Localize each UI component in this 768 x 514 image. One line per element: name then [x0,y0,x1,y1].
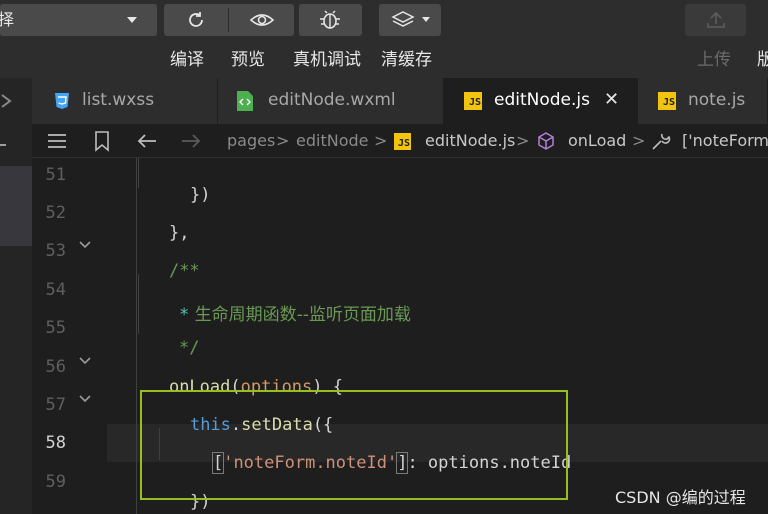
tab-note-js[interactable]: JS note.js [638,78,768,124]
breadcrumb: pages > editNode > JS editNode.js > onLo… [32,124,768,158]
top-toolbar: 择 编译 预览 真机调试 清缓存 上传 版 [0,0,768,78]
compile-button[interactable] [164,4,228,36]
explorer-strip [0,124,32,514]
line-number: 56 [45,357,66,377]
device-debug-button[interactable] [299,4,362,36]
tab-list-wxss[interactable]: list.wxss [32,78,218,124]
clear-cache-label: 清缓存 [381,50,432,70]
upload-icon [707,11,725,28]
wrench-icon [652,133,671,150]
bookmark-icon[interactable] [94,130,110,152]
editor-tab-bar: list.wxss editNode.wxml JS editNode.js ✕… [0,78,768,124]
preview-button[interactable] [229,4,294,36]
line-number: 52 [45,203,66,223]
line-number: 57 [45,395,66,415]
breadcrumb-item-property[interactable]: ['noteForm. [682,131,768,150]
fold-chevron-icon[interactable] [78,238,92,252]
line-number: 51 [45,165,66,185]
bug-icon [320,10,340,29]
breadcrumb-item-onload[interactable]: onLoad [568,131,626,150]
list-icon[interactable] [46,132,68,150]
line-number: 55 [45,318,66,338]
upload-button[interactable] [685,4,746,36]
layers-icon [391,11,415,27]
arrow-right-icon[interactable] [180,132,202,150]
version-label: 版 [757,50,768,70]
tab-label: note.js [688,90,746,110]
code-editor[interactable]: 51 52 53 54 55 56 57 58 59 }) }, /** * 生… [32,158,768,514]
tab-bar-left-gutter [0,78,32,124]
upload-label: 上传 [697,50,731,70]
breadcrumb-separator: > [516,131,530,150]
line-number-current: 58 [45,433,66,453]
breadcrumb-item-file[interactable]: editNode.js [425,131,515,150]
tab-label: editNode.wxml [268,90,396,110]
breadcrumb-separator: > [374,131,388,150]
breadcrumb-separator: > [276,131,290,150]
chevron-down-icon [127,17,137,23]
line-number: 54 [45,280,66,300]
annotation-highlight-box [140,390,568,500]
tab-editnode-js[interactable]: JS editNode.js ✕ [444,78,638,124]
tab-label: list.wxss [82,90,155,110]
fold-chevron-icon[interactable] [78,392,92,406]
compile-preview-group [164,4,294,36]
eye-icon [249,14,275,26]
method-cube-icon [538,132,554,150]
js-icon: JS [658,92,676,110]
watermark: CSDN @编的过程 [615,488,746,507]
pin-icon [1,94,12,108]
line-number: 53 [45,241,66,261]
compile-label: 编译 [170,50,204,70]
indent-guide [138,158,139,188]
device-debug-label: 真机调试 [293,50,361,70]
js-icon: JS [464,92,482,110]
breadcrumb-item-editnode[interactable]: editNode [296,131,368,150]
js-icon: JS [394,133,411,150]
breadcrumb-item-pages[interactable]: pages [227,131,275,150]
explorer-mark [0,144,6,146]
line-number: 59 [45,472,66,492]
compile-mode-value: 择 [0,10,15,29]
wxml-icon [237,91,253,111]
arrow-left-icon[interactable] [136,132,158,150]
explorer-selected-item[interactable] [0,166,32,246]
tab-label: editNode.js [494,90,590,110]
preview-label: 预览 [231,50,265,70]
breadcrumb-separator: > [632,131,646,150]
close-icon[interactable]: ✕ [604,89,619,110]
refresh-icon [189,12,203,27]
compile-mode-select[interactable]: 择 [0,4,157,36]
fold-chevron-icon[interactable] [78,354,92,368]
clear-cache-button[interactable] [379,4,441,36]
tab-editnode-wxml[interactable]: editNode.wxml [218,78,444,124]
chevron-down-icon [422,17,430,22]
css-icon [55,93,69,109]
